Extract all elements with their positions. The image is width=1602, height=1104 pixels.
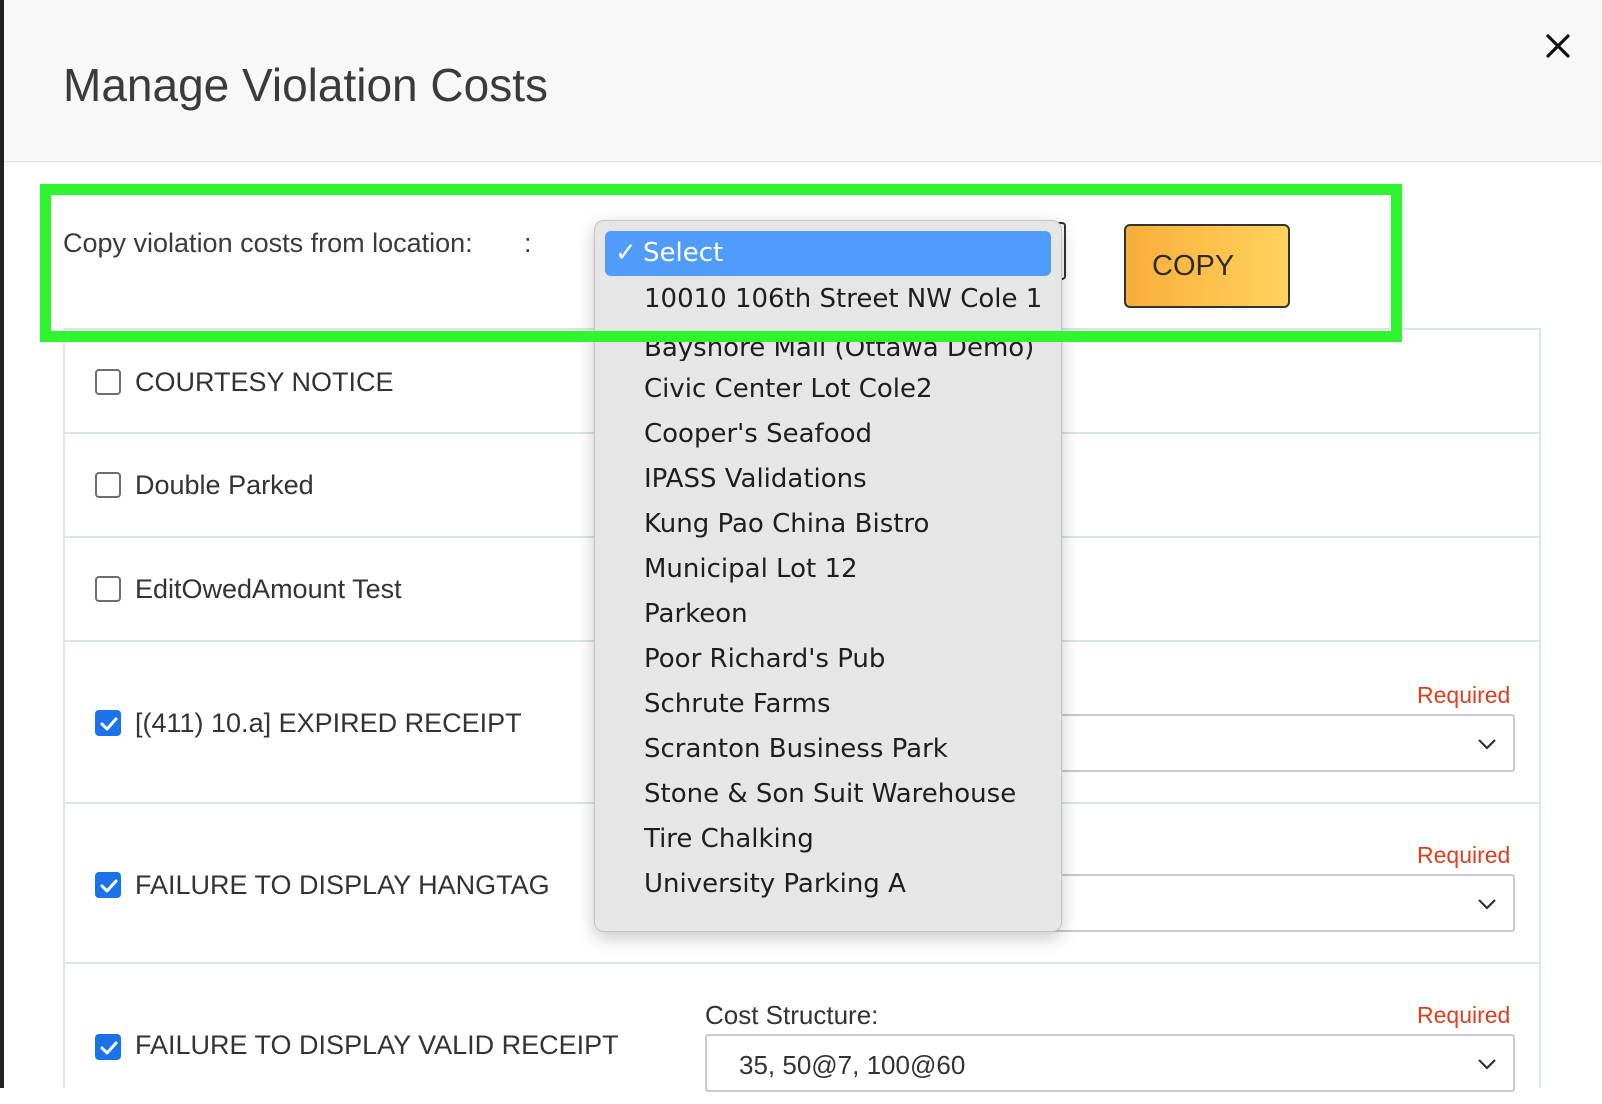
dropdown-option[interactable]: Stone & Son Suit Warehouse <box>605 772 1051 817</box>
courtesy-notice-checkbox[interactable] <box>95 369 121 395</box>
valid-receipt-checkbox[interactable] <box>95 1034 121 1060</box>
expired-receipt-checkbox[interactable] <box>95 710 121 736</box>
chevron-down-icon <box>1478 899 1496 910</box>
chevron-down-icon <box>1478 1059 1496 1070</box>
check-icon <box>100 717 118 731</box>
check-icon <box>100 879 118 893</box>
copy-costs-label: Copy violation costs from location: <box>63 228 473 258</box>
dropdown-option[interactable]: Kung Pao China Bistro <box>605 502 1051 547</box>
dropdown-option[interactable]: IPASS Validations <box>605 457 1051 502</box>
double-parked-checkbox[interactable] <box>95 472 121 498</box>
violation-label: FAILURE TO DISPLAY VALID RECEIPT <box>135 1030 619 1060</box>
violation-label: COURTESY NOTICE <box>135 367 394 397</box>
dropdown-option[interactable]: Bayshore Mall (Ottawa Demo) <box>605 341 1051 361</box>
dropdown-option[interactable]: Poor Richard's Pub <box>605 637 1051 682</box>
cost-structure-value: 35, 50@7, 100@60 <box>739 1050 966 1080</box>
cost-structure-select[interactable]: 35, 50@7, 100@60 <box>705 1034 1515 1092</box>
window-edge <box>0 0 4 1088</box>
hangtag-checkbox[interactable] <box>95 872 121 898</box>
modal-title: Manage Violation Costs <box>63 59 548 111</box>
checkmark-icon: ✓ <box>615 238 637 268</box>
check-icon <box>100 1041 118 1055</box>
required-indicator: Required <box>1417 1002 1511 1028</box>
violation-label: Double Parked <box>135 470 314 500</box>
cost-structure-label: Cost Structure: <box>705 1000 879 1030</box>
dropdown-option-select[interactable]: ✓ Select <box>605 231 1051 276</box>
chevron-down-icon <box>1478 739 1496 750</box>
dropdown-option[interactable]: Schrute Farms <box>605 682 1051 727</box>
violation-label: FAILURE TO DISPLAY HANGTAG <box>135 870 550 900</box>
dropdown-option[interactable]: Tire Chalking <box>605 817 1051 862</box>
dropdown-option[interactable]: Municipal Lot 12 <box>605 547 1051 592</box>
required-indicator: Required <box>1417 842 1511 868</box>
table-row: FAILURE TO DISPLAY VALID RECEIPT Cost St… <box>65 964 1539 1104</box>
modal-header: Manage Violation Costs <box>4 0 1602 162</box>
edit-owed-amount-checkbox[interactable] <box>95 576 121 602</box>
close-icon[interactable] <box>1538 26 1578 66</box>
location-dropdown: ✓ Select 10010 106th Street NW Cole 1 Bay… <box>594 220 1062 932</box>
required-indicator: Required <box>1417 682 1511 708</box>
copy-button[interactable]: COPY <box>1124 224 1290 308</box>
copy-costs-colon: : <box>524 228 532 258</box>
dropdown-option[interactable]: Parkeon <box>605 592 1051 637</box>
violation-label: [(411) 10.a] EXPIRED RECEIPT <box>135 708 522 738</box>
dropdown-option[interactable]: Cooper's Seafood <box>605 412 1051 457</box>
dropdown-option[interactable]: 10010 106th Street NW Cole 1 <box>605 277 1051 322</box>
dropdown-option[interactable]: Civic Center Lot Cole2 <box>605 367 1051 412</box>
violation-label: EditOwedAmount Test <box>135 574 402 604</box>
dropdown-option[interactable]: Scranton Business Park <box>605 727 1051 772</box>
dropdown-option[interactable]: University Parking A <box>605 862 1051 907</box>
